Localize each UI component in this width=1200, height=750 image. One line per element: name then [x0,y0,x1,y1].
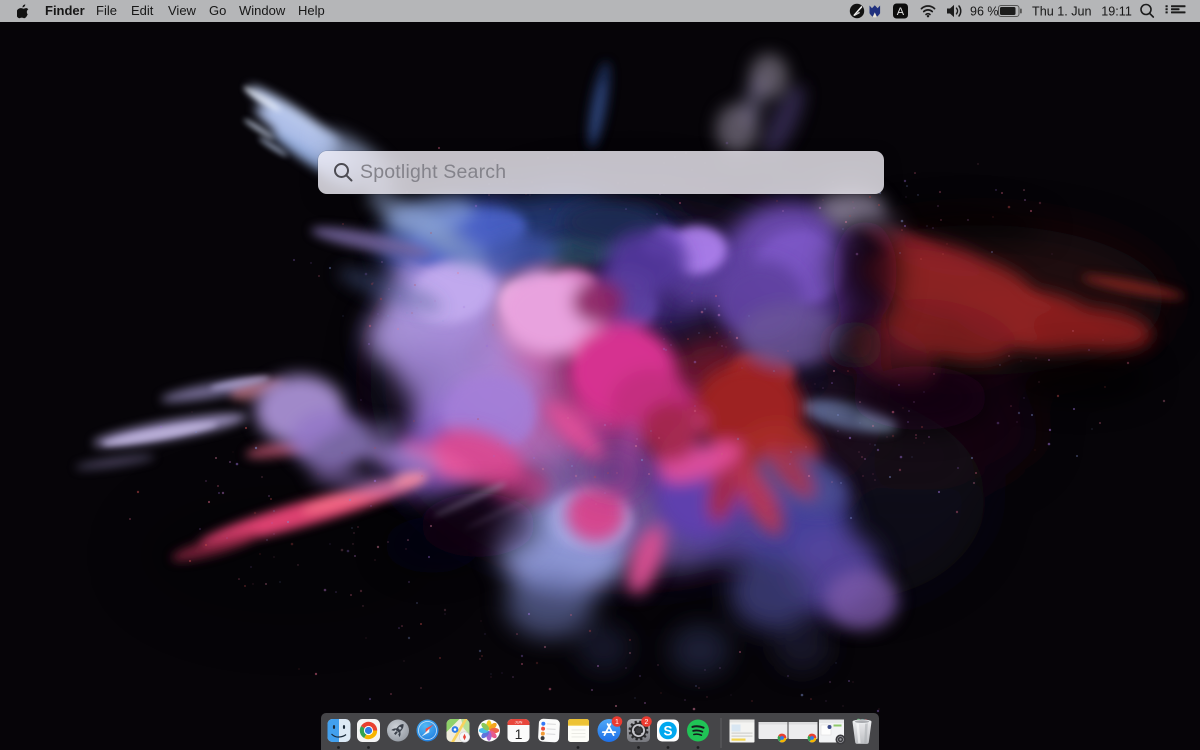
svg-text:JUN: JUN [515,719,523,724]
svg-text:Thu 1. Jun 19:11: Thu 1. Jun 19:11 [1032,5,1132,19]
svg-text:96 %: 96 % [970,5,999,19]
svg-text:1: 1 [615,719,619,726]
svg-text:1: 1 [515,726,523,742]
svg-text:2: 2 [645,719,649,726]
svg-text:A: A [897,6,905,18]
svg-text:S: S [663,723,672,738]
